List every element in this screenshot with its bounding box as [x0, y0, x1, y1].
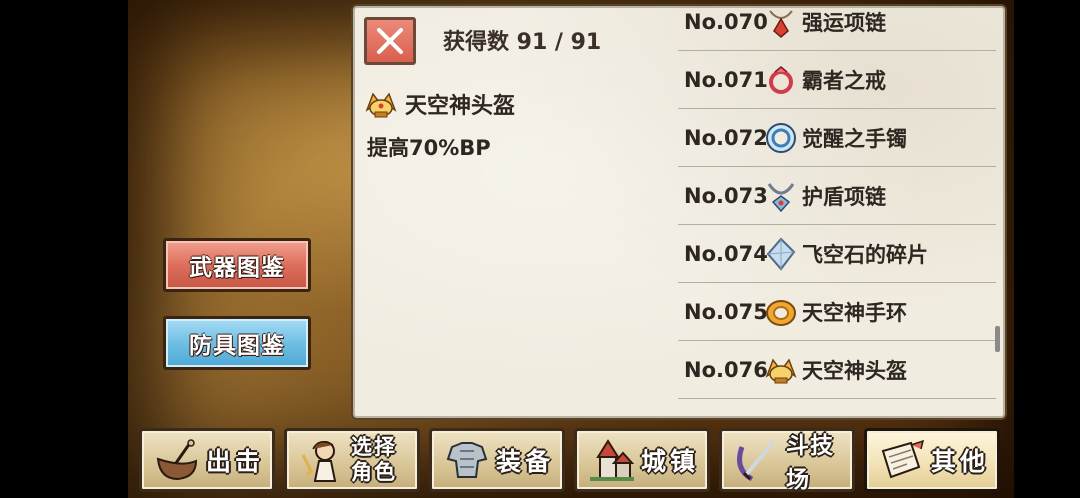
nav-other-button[interactable]: 其他 [864, 428, 1000, 492]
list-scrollbar[interactable] [995, 326, 1000, 352]
item-name: 霸者之戒 [802, 68, 886, 93]
item-name: 天空神手环 [802, 300, 907, 325]
armor-catalog-button[interactable]: 防具图鉴 [163, 316, 311, 370]
item-number: No.076 [684, 357, 768, 382]
selected-item-description: 提高70%BP [367, 136, 491, 160]
nav-sortie-button[interactable]: 出击 [139, 428, 275, 492]
item-number: No.073 [684, 183, 768, 208]
nav-label: 城镇 [641, 447, 700, 476]
nav-select-character-button[interactable]: 选择 角色 [284, 428, 420, 492]
list-item[interactable]: No.071 霸者之戒 [678, 51, 996, 109]
item-name: 觉醒之手镯 [802, 126, 907, 151]
selected-item-title: 天空神头盔 [363, 88, 515, 120]
list-item[interactable]: No.075 天空神手环 [678, 283, 996, 341]
necklace-icon [762, 8, 800, 41]
close-button[interactable] [364, 17, 416, 65]
character-icon [293, 433, 351, 487]
list-item[interactable]: No.072 觉醒之手镯 [678, 109, 996, 167]
town-icon [583, 433, 641, 487]
item-name: 强运项链 [802, 10, 886, 35]
item-name: 护盾项链 [802, 184, 886, 209]
item-number: No.075 [684, 299, 768, 324]
nav-label: 斗技场 [786, 433, 834, 493]
item-number: No.074 [684, 241, 768, 266]
nav-label-line2: 角色 [351, 460, 397, 484]
bag-icon [148, 433, 206, 487]
list-item[interactable]: No.074 飞空石的碎片 [678, 225, 996, 283]
weapon-catalog-button[interactable]: 武器图鉴 [163, 238, 311, 292]
nav-equip-button[interactable]: 装备 [429, 428, 565, 492]
arena-icon [728, 433, 786, 487]
item-number: No.070 [684, 9, 768, 34]
nav-arena-button[interactable]: 斗技场 [719, 428, 855, 493]
catalog-panel: 获得数 91 / 91 天空神头盔 提高70%BP No.070 强运项链 No [353, 6, 1005, 418]
selected-item-name: 天空神头盔 [405, 94, 516, 119]
item-name: 飞空石的碎片 [802, 242, 928, 267]
list-item[interactable]: No.070 强运项链 [678, 8, 996, 51]
ring-icon [762, 61, 800, 99]
item-number: No.072 [684, 125, 768, 150]
necklace-icon [762, 177, 800, 215]
helmet-icon [762, 351, 800, 389]
nav-label-line1: 选择 [351, 435, 397, 459]
helmet-icon [365, 92, 397, 118]
armor-icon [438, 433, 496, 487]
scroll-icon [873, 433, 931, 487]
nav-label: 装备 [496, 447, 555, 476]
item-list[interactable]: No.070 强运项链 No.071 霸者之戒 No.072 觉醒之手镯 No.… [678, 8, 998, 416]
nav-label: 其他 [931, 447, 990, 476]
bracelet-icon [762, 293, 800, 331]
nav-label: 选择 角色 [351, 435, 397, 485]
nav-label: 出击 [206, 447, 265, 476]
list-item[interactable]: No.076 天空神头盔 [678, 341, 996, 399]
obtained-count: 获得数 91 / 91 [443, 30, 602, 55]
stone-shard-icon [762, 235, 800, 273]
item-name: 天空神头盔 [802, 358, 907, 383]
item-number: No.071 [684, 67, 768, 92]
bracelet-icon [762, 119, 800, 157]
close-icon [377, 28, 403, 54]
nav-town-button[interactable]: 城镇 [574, 428, 710, 492]
game-screen: 武器图鉴 防具图鉴 获得数 91 / 91 天空神头盔 提高70%BP No.0… [128, 0, 1014, 498]
list-item[interactable]: No.073 护盾项链 [678, 167, 996, 225]
